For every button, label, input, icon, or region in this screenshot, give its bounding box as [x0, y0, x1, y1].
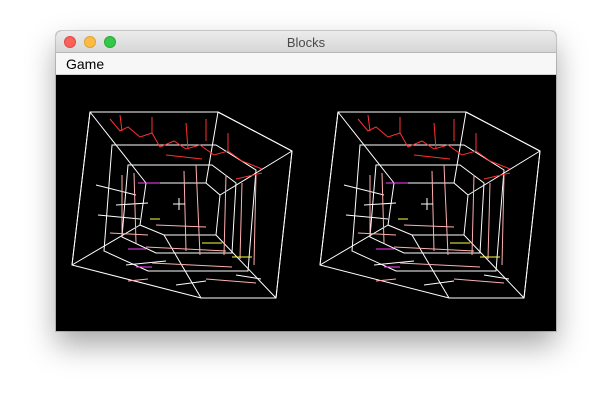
title-bar[interactable]: Blocks: [56, 31, 556, 53]
menu-bar: Game: [56, 53, 556, 75]
crosshair-icon: [173, 198, 185, 210]
wireframe-cube-left: [71, 111, 293, 299]
wireframe-cube-right: [319, 111, 541, 299]
menu-game[interactable]: Game: [66, 56, 104, 72]
app-window: Blocks Game: [56, 31, 556, 331]
stereo-view: [71, 111, 541, 299]
game-canvas[interactable]: [56, 75, 556, 331]
window-title: Blocks: [286, 35, 326, 50]
crosshair-icon: [421, 198, 433, 210]
